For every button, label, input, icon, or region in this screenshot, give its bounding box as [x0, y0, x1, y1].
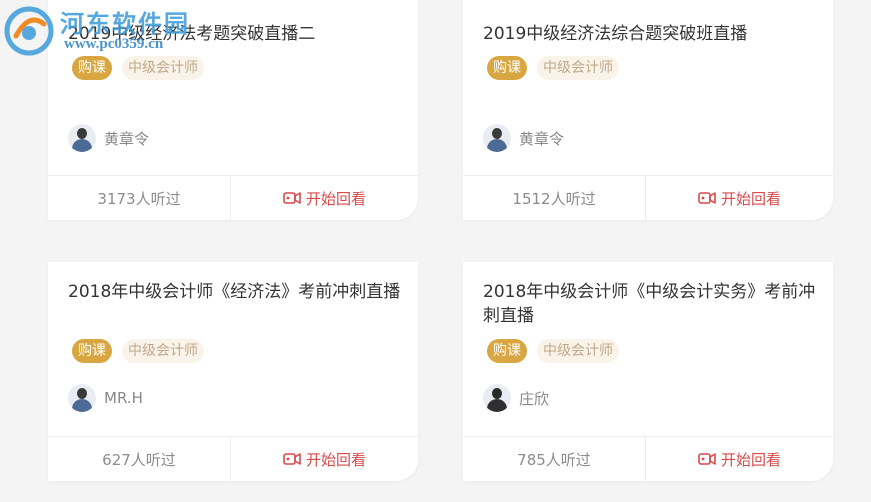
card-footer: 785人听过 开始回看	[463, 436, 833, 481]
teacher-avatar	[68, 124, 96, 152]
tag-group: 购课 中级会计师	[487, 339, 619, 363]
teacher-info: MR.H	[68, 384, 143, 412]
teacher-avatar	[483, 124, 511, 152]
category-tag: 中级会计师	[537, 56, 619, 80]
teacher-name: MR.H	[104, 389, 143, 407]
tag-group: 购课 中级会计师	[487, 56, 619, 80]
teacher-avatar	[483, 384, 511, 412]
card-footer: 1512人听过 开始回看	[463, 175, 833, 220]
course-title[interactable]: 2019中级经济法综合题突破班直播	[483, 22, 818, 46]
teacher-info: 庄欣	[483, 384, 549, 412]
category-tag: 中级会计师	[122, 339, 204, 363]
course-title[interactable]: 2018年中级会计师《中级会计实务》考前冲刺直播	[483, 280, 818, 328]
video-camera-icon	[698, 453, 716, 465]
replay-label: 开始回看	[305, 450, 366, 469]
listen-count: 3173人听过	[48, 176, 231, 220]
teacher-info: 黄章令	[68, 124, 149, 152]
buy-tag: 购课	[487, 56, 527, 80]
teacher-info: 黄章令	[483, 124, 564, 152]
course-title[interactable]: 2018年中级会计师《经济法》考前冲刺直播	[68, 280, 403, 304]
card-footer: 627人听过 开始回看	[48, 436, 418, 481]
watermark-url: www.pc0359.cn	[64, 36, 164, 52]
teacher-name: 黄章令	[519, 129, 565, 148]
replay-button[interactable]: 开始回看	[646, 437, 833, 481]
category-tag: 中级会计师	[537, 339, 619, 363]
replay-label: 开始回看	[720, 189, 781, 208]
buy-tag: 购课	[72, 339, 112, 363]
replay-button[interactable]: 开始回看	[646, 176, 833, 220]
watermark-logo-icon	[4, 6, 54, 56]
tag-group: 购课 中级会计师	[72, 339, 204, 363]
course-card[interactable]: 2018年中级会计师《经济法》考前冲刺直播 购课 中级会计师 MR.H 627人…	[48, 262, 418, 481]
replay-label: 开始回看	[305, 189, 366, 208]
video-camera-icon	[283, 453, 301, 465]
video-camera-icon	[283, 192, 301, 204]
listen-count: 785人听过	[463, 437, 646, 481]
listen-count: 627人听过	[48, 437, 231, 481]
course-card[interactable]: 2019中级经济法综合题突破班直播 购课 中级会计师 黄章令 1512人听过 开…	[463, 0, 833, 220]
replay-label: 开始回看	[720, 450, 781, 469]
site-watermark: 河东软件园 www.pc0359.cn	[0, 0, 210, 60]
teacher-avatar	[68, 384, 96, 412]
card-footer: 3173人听过 开始回看	[48, 175, 418, 220]
video-camera-icon	[698, 192, 716, 204]
teacher-name: 庄欣	[519, 389, 550, 408]
teacher-name: 黄章令	[104, 129, 150, 148]
replay-button[interactable]: 开始回看	[231, 437, 418, 481]
watermark-name: 河东软件园	[60, 9, 190, 38]
buy-tag: 购课	[487, 339, 527, 363]
course-card[interactable]: 2018年中级会计师《中级会计实务》考前冲刺直播 购课 中级会计师 庄欣 785…	[463, 262, 833, 481]
listen-count: 1512人听过	[463, 176, 646, 220]
replay-button[interactable]: 开始回看	[231, 176, 418, 220]
